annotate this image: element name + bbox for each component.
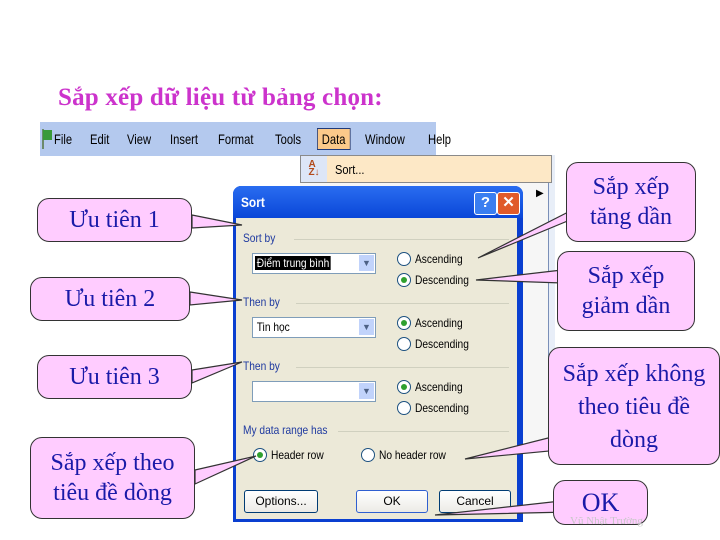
callout-ascending: Sắp xếp tăng dần [566, 162, 696, 242]
callout-priority-2: Ưu tiên 2 [30, 277, 190, 321]
pointer-priority3 [191, 361, 243, 384]
callout-priority-1: Ưu tiên 1 [37, 198, 192, 242]
callout-priority-3: Ưu tiên 3 [37, 355, 192, 399]
pointer-priority2 [189, 291, 243, 306]
pointer-no-header [464, 434, 561, 460]
pointer-ok [434, 499, 571, 516]
pointer-priority1 [191, 214, 243, 229]
callout-with-header: Sắp xếp theo tiêu đề dòng [30, 437, 195, 519]
callout-descending: Sắp xếp giảm dần [557, 251, 695, 331]
footer-author: Vũ Nhật Trường [570, 515, 643, 527]
pointer-descending [475, 269, 563, 284]
pointer-with-header [194, 455, 257, 485]
callout-no-header: Sắp xếp không theo tiêu đề dòng [548, 347, 720, 465]
